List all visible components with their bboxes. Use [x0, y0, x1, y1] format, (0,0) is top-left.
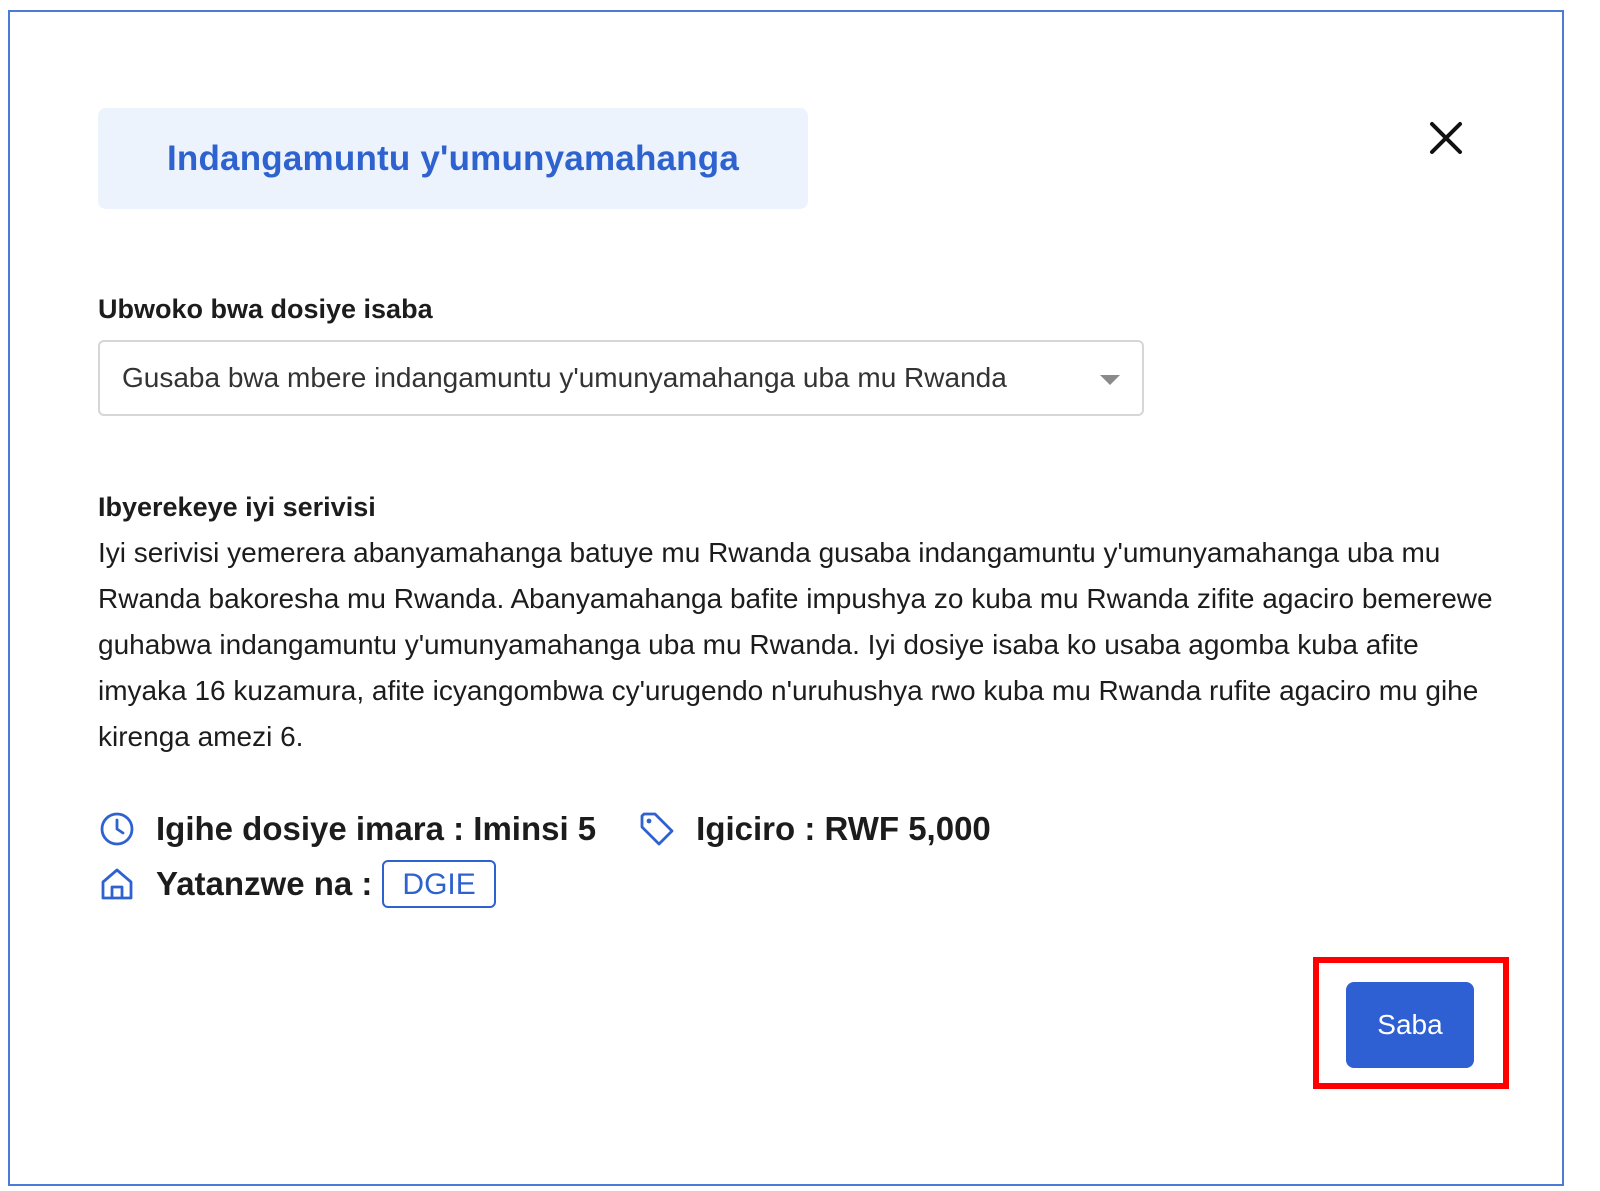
service-modal: Indangamuntu y'umunyamahanga Ubwoko bwa …	[8, 10, 1564, 1186]
caret-down-icon	[1100, 375, 1120, 385]
provider-badge: DGIE	[382, 860, 496, 908]
description-body: Iyi serivisi yemerera abanyamahanga batu…	[98, 537, 1493, 752]
application-type-value: Gusaba bwa mbere indangamuntu y'umunyama…	[122, 362, 1007, 393]
close-icon	[1430, 122, 1462, 154]
submit-button[interactable]: Saba	[1346, 982, 1474, 1068]
home-icon	[98, 865, 136, 903]
application-type-label: Ubwoko bwa dosiye isaba	[98, 294, 433, 324]
price-tag-icon	[638, 810, 676, 848]
meta-row-time-price: Igihe dosiye imara : Iminsi 5 Igiciro : …	[98, 810, 991, 848]
processing-time: Igihe dosiye imara : Iminsi 5	[156, 810, 597, 847]
close-button[interactable]	[1420, 112, 1472, 164]
modal-title-box: Indangamuntu y'umunyamahanga	[98, 108, 808, 209]
modal-title: Indangamuntu y'umunyamahanga	[166, 138, 740, 178]
application-type-select[interactable]: Gusaba bwa mbere indangamuntu y'umunyama…	[98, 340, 1144, 416]
provider-label: Yatanzwe na :	[156, 865, 373, 902]
meta-row-provider: Yatanzwe na : DGIE	[98, 860, 496, 908]
description-heading: Ibyerekeye iyi serivisi	[98, 492, 376, 522]
price: Igiciro : RWF 5,000	[696, 810, 991, 847]
clock-icon	[98, 810, 136, 848]
